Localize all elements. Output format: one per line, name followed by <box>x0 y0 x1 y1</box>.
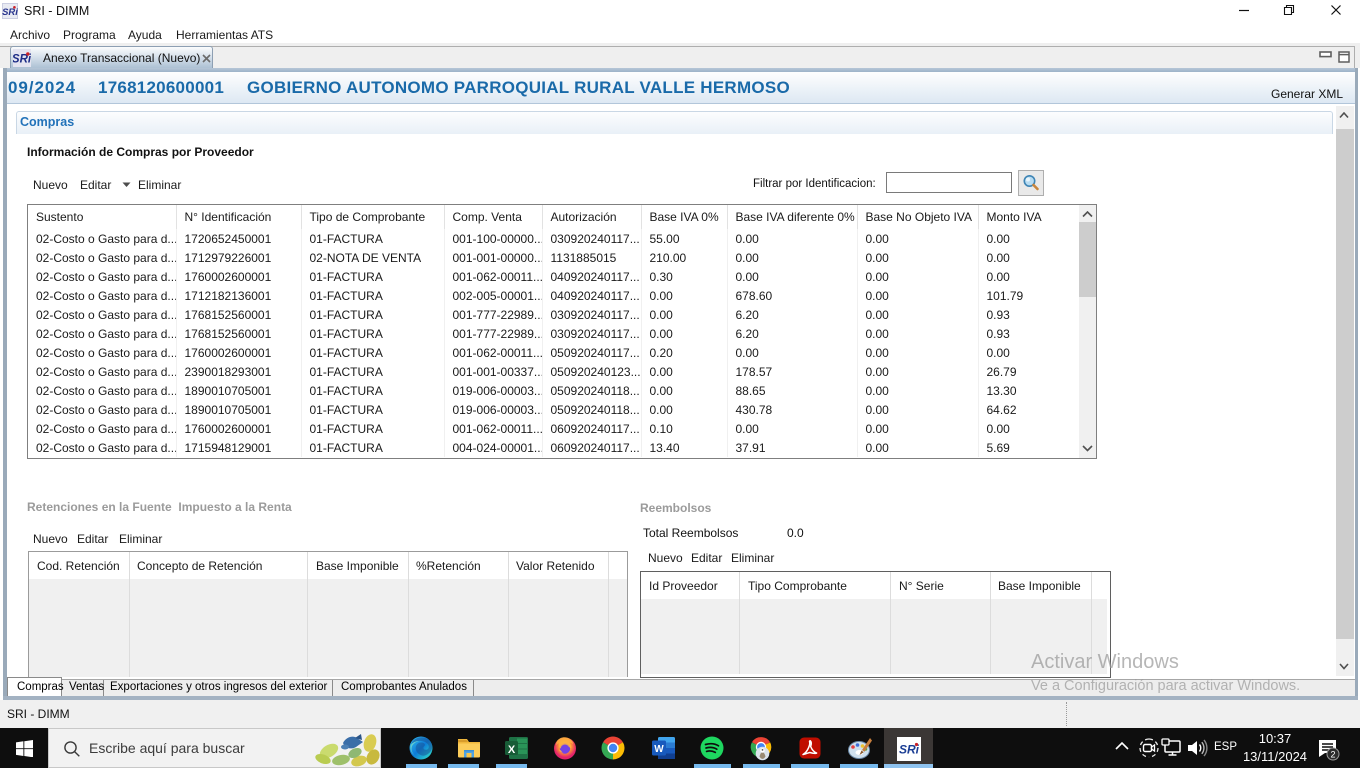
svg-text:2: 2 <box>1330 750 1335 760</box>
svg-text:X: X <box>508 744 516 756</box>
svg-text:W: W <box>654 744 664 755</box>
